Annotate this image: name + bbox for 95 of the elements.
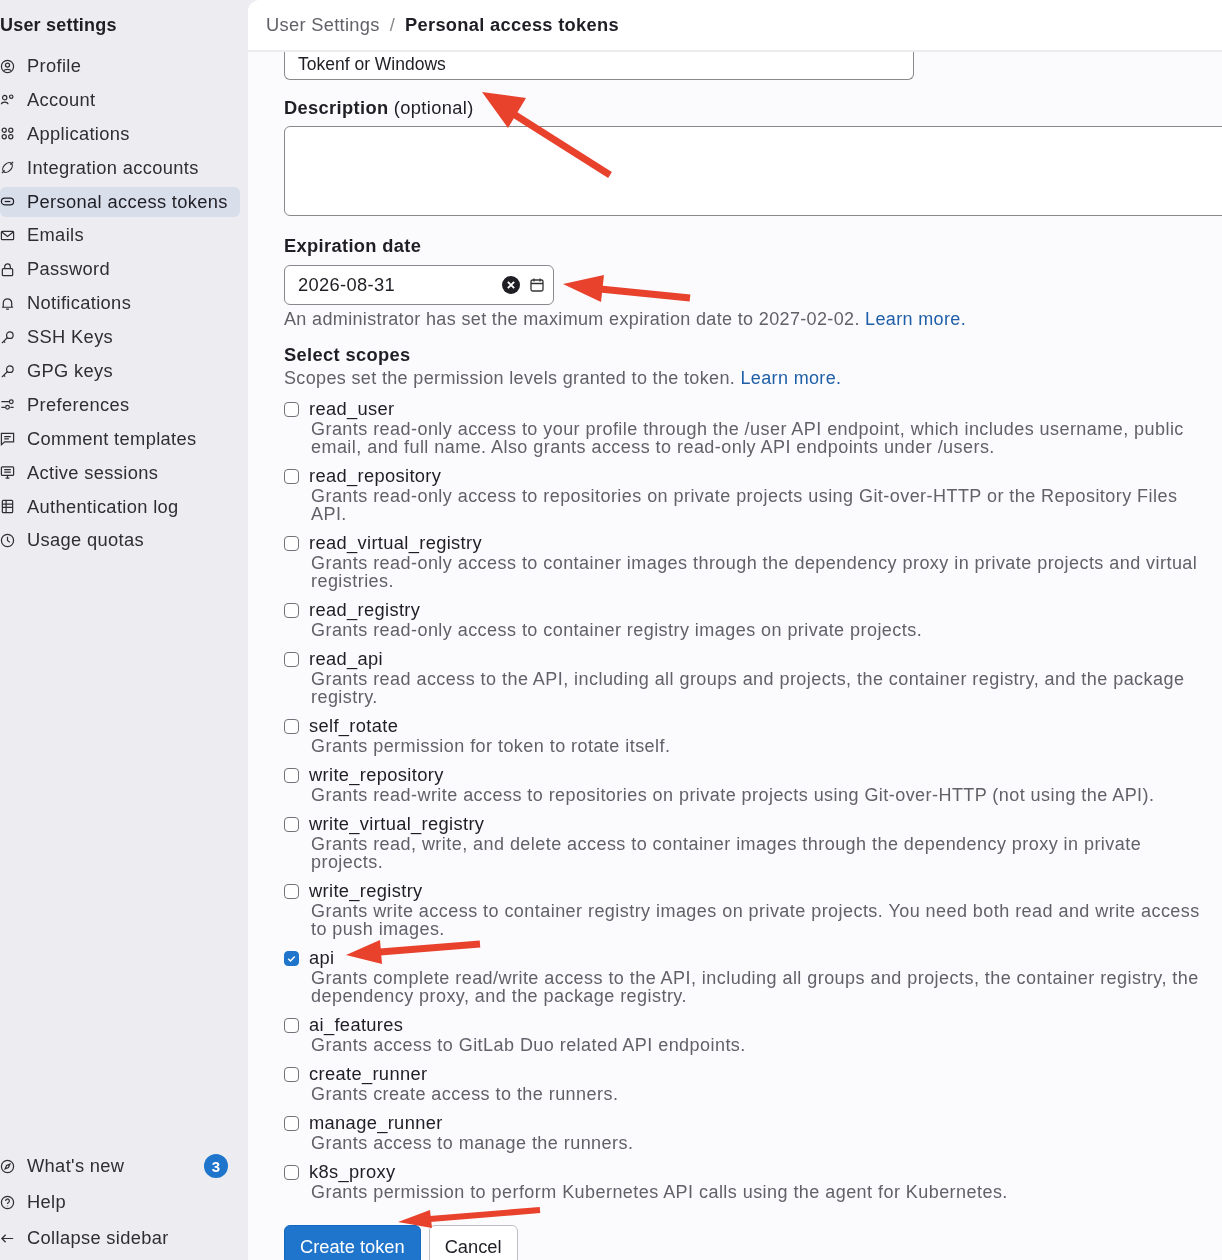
sidebar-item-label: What's new	[27, 1155, 125, 1177]
checkbox[interactable]	[284, 950, 299, 966]
field-label: Expiration date	[284, 235, 423, 257]
scope-description: Grants read-only access to container images through the dependency proxy in private projects and virtual registries.	[311, 554, 1199, 590]
scope-description: Grants read-only access to container registry images on private projects.	[311, 621, 924, 639]
checkbox[interactable]	[284, 1164, 299, 1180]
description-field[interactable]	[284, 126, 1222, 216]
scope-description: Grants access to manage the runners.	[311, 1134, 635, 1152]
scope-name: create_runner	[309, 1063, 428, 1085]
plug-icon	[0, 160, 15, 176]
scope-description: Grants create access to the runners.	[311, 1085, 620, 1103]
checkbox[interactable]	[284, 602, 299, 618]
scope-name: write_registry	[309, 880, 423, 902]
scope-name: write_repository	[309, 764, 444, 786]
sidebar-item[interactable]: Integration accounts	[0, 152, 240, 183]
sidebar-item[interactable]: Help	[0, 1186, 240, 1218]
create-button[interactable]: Create token	[284, 1225, 421, 1260]
compass-icon	[0, 1158, 15, 1174]
checkbox[interactable]	[284, 718, 299, 734]
sidebar-title: User settings	[0, 14, 118, 37]
sidebar-item[interactable]: Preferences	[0, 389, 240, 420]
help-text: Scopes set the permission levels granted to the token. Learn more.	[284, 368, 843, 389]
scope-name: k8s_proxy	[309, 1161, 396, 1183]
person-icon	[0, 58, 15, 74]
scope-description: Grants read-only access to your profile through the /user API endpoint, which includes username, public email, and full name. Also grants access to read-only API endpoints under /users.	[311, 420, 1185, 456]
calendar-icon[interactable]	[529, 277, 545, 293]
scope-description: Grants permission for token to rotate itself.	[311, 737, 672, 755]
breadcrumb-separator: /	[389, 14, 396, 36]
checkbox[interactable]	[284, 767, 299, 783]
scope-name: write_virtual_registry	[309, 813, 485, 835]
cancel-button[interactable]: Cancel	[428, 1225, 518, 1260]
scope-name: read_registry	[309, 599, 421, 621]
checkbox[interactable]	[284, 883, 299, 899]
scope-description: Grants read-write access to repositories on private projects using Git-over-HTTP (not using the API).	[311, 786, 1156, 804]
learn-more-link[interactable]: Learn more.	[740, 368, 842, 388]
key-icon	[0, 363, 15, 379]
section-label: Select scopes	[284, 344, 412, 366]
sidebar-item-label: Collapse sidebar	[27, 1227, 169, 1249]
sidebar-item[interactable]: Profile	[0, 51, 240, 81]
sidebar-item[interactable]: SSH Keys	[0, 322, 240, 353]
lock-icon	[0, 261, 15, 277]
clear-icon[interactable]	[502, 276, 520, 294]
sidebar-item[interactable]: What's new 3	[0, 1150, 240, 1182]
scope-description: Grants read access to the API, including all groups and projects, the container registry, and the package registry.	[311, 670, 1186, 706]
sidebar-item-label: Help	[27, 1191, 66, 1213]
scope-description: Grants complete read/write access to the API, including all groups and projects, the container registry, the dependency proxy, and the package registry.	[310, 969, 1200, 1005]
checkbox[interactable]	[284, 468, 299, 484]
checkbox[interactable]	[284, 1066, 299, 1082]
date-field[interactable]: 2026-08-31	[284, 265, 554, 305]
checkbox[interactable]	[284, 1115, 299, 1131]
scope-description: Grants write access to container registry images on private projects. You need both read and write access to push images.	[311, 902, 1201, 938]
grid-icon	[0, 126, 15, 142]
checkbox[interactable]	[284, 535, 299, 551]
sidebar-item[interactable]: Collapse sidebar	[0, 1222, 240, 1254]
sidebar-item[interactable]: Emails	[0, 220, 240, 251]
scope-name: read_user	[309, 398, 395, 420]
scope-name: read_repository	[309, 465, 442, 487]
breadcrumb-current: Personal access tokens	[405, 14, 619, 36]
bell-icon	[0, 295, 15, 311]
scope-description: Grants read-only access to repositories on private projects using Git-over-HTTP or the Repository Files API.	[311, 487, 1179, 523]
field-label: Description (optional)	[284, 97, 475, 119]
sidebar-item[interactable]: Notifications	[0, 288, 240, 319]
sidebar-item[interactable]: Comment templates	[0, 423, 240, 454]
sidebar-item[interactable]: Personal access tokens	[0, 186, 240, 217]
checkbox[interactable]	[284, 816, 299, 832]
sidebar-item[interactable]: GPG keys	[0, 356, 240, 386]
scope-name: api	[309, 947, 335, 969]
monitor-icon	[0, 465, 15, 481]
checkbox[interactable]	[284, 401, 299, 417]
scope-description: Grants read, write, and delete access to container images through the dependency proxy in private projects.	[311, 835, 1143, 871]
scope-name: read_virtual_registry	[309, 532, 482, 554]
sidebar-item[interactable]: Password	[0, 254, 240, 285]
scope-name: manage_runner	[309, 1112, 443, 1134]
sidebar-item[interactable]: Account	[0, 84, 240, 115]
scope-description: Grants permission to perform Kubernetes API calls using the agent for Kubernetes.	[311, 1183, 1009, 1201]
breadcrumb-link[interactable]: User Settings	[266, 14, 380, 36]
checkbox[interactable]	[284, 1017, 299, 1033]
checkbox[interactable]	[284, 651, 299, 667]
token-name-field[interactable]: Tokenf or Windows	[284, 52, 914, 80]
scope-name: ai_features	[309, 1014, 404, 1036]
scope-name: read_api	[309, 648, 383, 670]
count-badge: 3	[204, 1154, 228, 1178]
sidebar-item[interactable]: Applications	[0, 118, 240, 149]
comment-icon	[0, 431, 15, 447]
sliders-icon	[0, 397, 15, 413]
key-icon	[0, 329, 15, 345]
learn-more-link[interactable]: Learn more.	[865, 309, 966, 329]
sidebar-item[interactable]: Authentication log	[0, 491, 240, 522]
table-icon	[0, 499, 15, 515]
scope-description: Grants access to GitLab Duo related API endpoints.	[311, 1036, 747, 1054]
help-text: An administrator has set the maximum expiration date to 2027-02-02. Learn more.	[284, 309, 967, 330]
sidebar-item[interactable]: Active sessions	[0, 457, 240, 488]
scope-name: self_rotate	[309, 715, 399, 737]
sidebar-item[interactable]: Usage quotas	[0, 525, 240, 556]
help-icon	[0, 1194, 15, 1210]
